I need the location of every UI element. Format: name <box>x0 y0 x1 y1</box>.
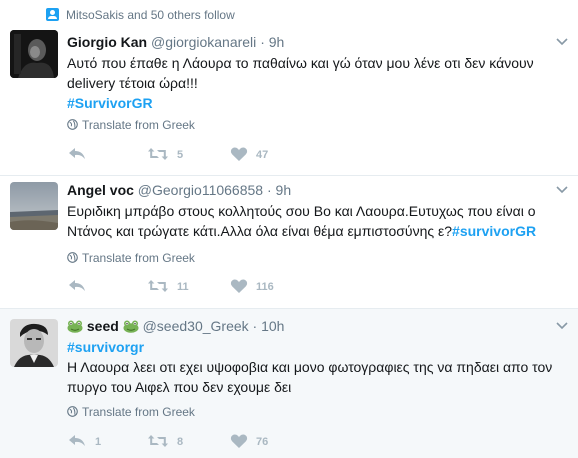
caret-down-icon[interactable] <box>555 36 569 48</box>
reply-button[interactable]: 1 <box>67 431 107 451</box>
tweet[interactable]: seed @seed30_Greek · 10h #survivorgr Η Λ… <box>0 309 578 458</box>
reply-count: 1 <box>95 436 102 448</box>
separator-dot: · <box>266 182 272 198</box>
social-context-text[interactable]: MitsoSakis and 50 others follow <box>66 8 235 22</box>
username[interactable]: @Georgio11066858 <box>138 182 263 198</box>
tweet-header: Giorgio Kan @giorgiokanareli · 9h <box>67 34 284 50</box>
tweet-actions: 11 116 <box>67 276 467 296</box>
reply-icon <box>69 148 85 159</box>
tweet-body: Αυτό που έπαθε η Λάουρα το παθαίνω και γ… <box>67 55 534 91</box>
display-name[interactable]: seed <box>87 318 119 334</box>
timestamp[interactable]: 9h <box>276 182 292 198</box>
tweet-body: Η Λαουρα λεει οτι εχει υψοφοβια και μονο… <box>67 359 553 395</box>
like-button[interactable]: 47 <box>230 144 280 164</box>
frog-emoji-icon <box>123 320 139 333</box>
like-icon <box>230 434 248 448</box>
tweet-text: Αυτό που έπαθε η Λάουρα το παθαίνω και γ… <box>67 53 567 113</box>
globe-icon <box>67 119 78 130</box>
globe-icon <box>67 252 78 263</box>
timestamp[interactable]: 9h <box>269 34 285 50</box>
display-name[interactable]: Angel voc <box>67 182 134 198</box>
avatar[interactable] <box>10 182 58 230</box>
avatar[interactable] <box>10 30 58 78</box>
display-name[interactable]: Giorgio Kan <box>67 34 147 50</box>
like-count: 47 <box>256 149 269 161</box>
retweet-button[interactable]: 5 <box>147 144 197 164</box>
translate-label[interactable]: Translate from Greek <box>82 251 195 265</box>
caret-down-icon[interactable] <box>555 184 569 196</box>
like-button[interactable]: 76 <box>230 431 280 451</box>
retweet-icon <box>148 148 168 160</box>
like-count: 116 <box>256 281 274 293</box>
username[interactable]: @seed30_Greek <box>143 318 249 334</box>
globe-icon <box>67 406 78 417</box>
translate-link[interactable]: Translate from Greek <box>67 118 195 132</box>
person-icon <box>46 8 59 21</box>
tweet-text: Ευριδικη μπράβο στους κολλητούς σου Βο κ… <box>67 201 567 241</box>
like-icon <box>230 147 248 161</box>
tweet-header: seed @seed30_Greek · 10h <box>67 318 284 334</box>
timestamp[interactable]: 10h <box>261 318 284 334</box>
frog-emoji-icon <box>67 320 83 333</box>
tweet-actions: 1 8 76 <box>67 431 467 451</box>
tweet[interactable]: Angel voc @Georgio11066858 · 9h Ευριδικη… <box>0 176 578 309</box>
tweet-actions: 5 47 <box>67 144 467 164</box>
tweet[interactable]: Giorgio Kan @giorgiokanareli · 9h Αυτό π… <box>0 28 578 176</box>
like-count: 76 <box>256 436 269 448</box>
social-context: MitsoSakis and 50 others follow <box>0 0 578 28</box>
tweet-text: #survivorgr Η Λαουρα λεει οτι εχει υψοφο… <box>67 337 567 397</box>
translate-link[interactable]: Translate from Greek <box>67 405 195 419</box>
hashtag-link[interactable]: #survivorgr <box>67 339 144 355</box>
separator-dot: · <box>260 34 265 50</box>
tweet-header: Angel voc @Georgio11066858 · 9h <box>67 182 291 198</box>
retweet-count: 11 <box>177 281 189 293</box>
retweet-icon <box>148 435 168 447</box>
retweet-button[interactable]: 11 <box>147 276 197 296</box>
like-icon <box>230 279 248 293</box>
reply-icon <box>69 435 85 446</box>
translate-label[interactable]: Translate from Greek <box>82 405 195 419</box>
translate-link[interactable]: Translate from Greek <box>67 251 195 265</box>
reply-button[interactable] <box>67 276 107 296</box>
avatar[interactable] <box>10 319 58 367</box>
hashtag-link[interactable]: #survivorGR <box>452 223 536 239</box>
username[interactable]: @giorgiokanareli <box>151 34 256 50</box>
translate-label[interactable]: Translate from Greek <box>82 118 195 132</box>
retweet-icon <box>148 280 168 292</box>
reply-icon <box>69 280 85 291</box>
hashtag-link[interactable]: #SurvivorGR <box>67 95 153 111</box>
reply-button[interactable] <box>67 144 107 164</box>
retweet-count: 5 <box>177 149 184 161</box>
caret-down-icon[interactable] <box>555 320 569 332</box>
separator-dot: · <box>252 318 258 334</box>
retweet-button[interactable]: 8 <box>147 431 197 451</box>
retweet-count: 8 <box>177 436 184 448</box>
like-button[interactable]: 116 <box>230 276 280 296</box>
